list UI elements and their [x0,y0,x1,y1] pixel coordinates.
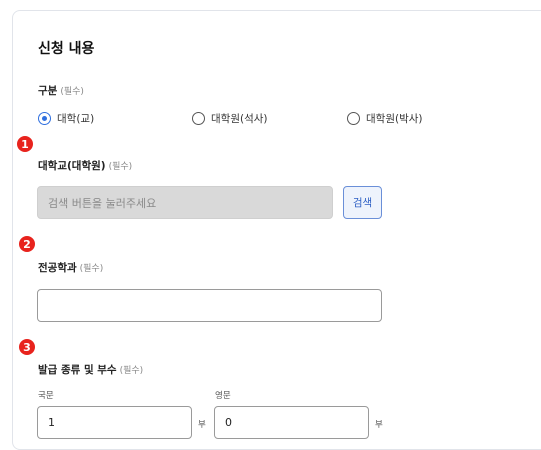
english-copies-value: 0 [225,416,232,429]
english-copies-input[interactable]: 0 [214,406,369,439]
radio-masters-label: 대학원(석사) [211,113,268,125]
radio-circle[interactable] [192,112,205,125]
category-label: 구분 (필수) [38,83,84,98]
category-label-text: 구분 [38,85,58,97]
university-search-input[interactable]: 검색 버튼을 눌러주세요 [37,186,333,219]
application-card [12,10,541,450]
korean-copies-value: 1 [48,416,55,429]
korean-label: 국문 [38,391,54,401]
radio-circle-checked[interactable] [38,112,51,125]
university-placeholder: 검색 버튼을 눌러주세요 [48,196,157,210]
major-label-text: 전공학과 [38,262,77,274]
radio-university-label: 대학(교) [57,113,95,125]
radio-circle[interactable] [347,112,360,125]
english-unit: 부 [375,420,383,430]
english-label: 영문 [215,391,231,401]
korean-copies-input[interactable]: 1 [37,406,192,439]
radio-doctorate-label: 대학원(박사) [366,113,423,125]
step-3-badge: 3 [19,339,35,355]
korean-unit: 부 [198,420,206,430]
university-required: (필수) [108,162,133,172]
search-button[interactable]: 검색 [343,186,382,219]
issuance-label-text: 발급 종류 및 부수 [38,364,117,376]
step-1-badge: 1 [17,136,33,152]
issuance-label: 발급 종류 및 부수 (필수) [38,362,143,377]
radio-university[interactable]: 대학(교) [38,111,94,126]
major-label: 전공학과 (필수) [38,260,103,275]
university-label-text: 대학교(대학원) [38,160,106,172]
step-2-badge: 2 [19,236,35,252]
major-required: (필수) [79,264,104,274]
section-title: 신청 내용 [38,41,95,57]
university-label: 대학교(대학원) (필수) [38,158,132,173]
category-required: (필수) [60,87,84,97]
radio-masters[interactable]: 대학원(석사) [192,111,268,126]
radio-doctorate[interactable]: 대학원(박사) [347,111,423,126]
issuance-required: (필수) [119,366,144,376]
major-input[interactable] [37,289,382,322]
